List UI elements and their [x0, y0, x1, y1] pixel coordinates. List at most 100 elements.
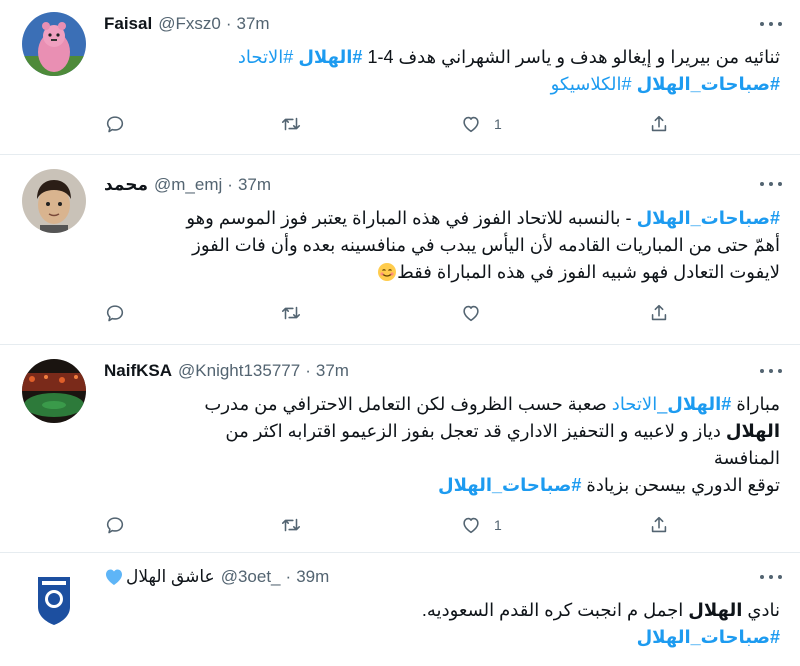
retweet-button[interactable]: [280, 301, 302, 325]
hashtag-link[interactable]: #الاتحاد: [238, 47, 293, 67]
retweet-button[interactable]: [280, 513, 302, 537]
reply-icon: [106, 517, 124, 534]
more-icon[interactable]: [760, 573, 782, 581]
more-icon[interactable]: [760, 180, 782, 188]
display-name[interactable]: Faisal: [104, 14, 152, 34]
timestamp[interactable]: 37m: [316, 361, 349, 381]
display-name[interactable]: NaifKSA: [104, 361, 172, 381]
club-crest-avatar-image: [22, 567, 86, 631]
tweet-text-line: نادي الهلال اجمل م انجبت كره القدم السعو…: [104, 597, 780, 624]
text-run: - بالنسبه للاتحاد الفوز في هذه المباراة …: [186, 208, 637, 228]
share-button[interactable]: [648, 301, 670, 325]
tweet-text-line: #صباحات_الهلال: [104, 624, 780, 651]
bold-keyword: الهلال: [688, 600, 743, 620]
reply-icon: [106, 116, 124, 133]
share-icon: [651, 304, 667, 321]
hashtag-link[interactable]: #صباحات_الهلال: [637, 208, 780, 228]
separator-dot: ·: [285, 567, 292, 586]
user-handle[interactable]: @Knight135777: [178, 361, 300, 381]
timestamp[interactable]: 37m: [236, 14, 269, 34]
text-run: دياز و لاعبيه و التحفيز الاداري قد تعجل …: [225, 421, 726, 441]
tweet-3[interactable]: NaifKSA @Knight135777 · 37m مباراة #الهل…: [0, 345, 800, 553]
separator-dot: ·: [225, 14, 232, 33]
tweet-text-line: المنافسة: [713, 448, 780, 468]
hashtag-link[interactable]: _الاتحاد: [612, 394, 667, 414]
tweet-text: نادي الهلال اجمل م انجبت كره القدم السعو…: [104, 597, 780, 651]
hashtag-link[interactable]: #الكلاسيكو: [551, 74, 632, 94]
text-run: نادي: [742, 600, 780, 620]
tweet-header: NaifKSA @Knight135777 · 37m: [104, 361, 349, 381]
like-button[interactable]: 1: [460, 112, 502, 136]
bold-keyword: الهلال: [725, 421, 780, 441]
share-button[interactable]: [648, 513, 670, 537]
retweet-button[interactable]: [280, 112, 302, 136]
display-name[interactable]: عاشق الهلال: [126, 567, 215, 587]
retweet-icon: [281, 306, 301, 320]
hashtag-link[interactable]: #الهلال: [298, 47, 362, 67]
share-icon: [651, 115, 667, 132]
tweet-text-line: ثنائيه من بيريرا و إيغالو هدف و ياسر الش…: [104, 44, 780, 71]
avatar[interactable]: [22, 567, 86, 631]
reply-button[interactable]: [104, 112, 126, 136]
tweet-1[interactable]: Faisal @Fxsz0 · 37m ثنائيه من بيريرا و إ…: [0, 0, 800, 155]
boy-photo-avatar-image: [22, 169, 86, 233]
retweet-icon: [281, 117, 301, 131]
text-run: مباراة: [731, 394, 780, 414]
text-run: اجمل م انجبت كره القدم السعوديه.: [421, 600, 689, 620]
text-run: لايفوت التعادل فهو شبيه الفوز في هذه الم…: [397, 262, 780, 282]
tweet-text-line: أهمّ حتى من المباريات القادمه لأن اليأس …: [192, 235, 780, 255]
like-count: 1: [494, 116, 502, 132]
display-name[interactable]: محمد: [104, 175, 148, 195]
pink-panther-avatar-image: [22, 12, 86, 76]
like-button[interactable]: 1: [460, 513, 502, 537]
smiling-face-emoji: [378, 263, 397, 281]
like-icon: [463, 517, 479, 534]
hashtag-link[interactable]: #صباحات_الهلال: [438, 475, 581, 495]
tweet-text-line: #صباحات_الهلال #الكلاسيكو: [104, 71, 780, 98]
separator-dot: ·: [227, 175, 233, 194]
timestamp[interactable]: 39m: [296, 567, 329, 587]
tweet-actions: 1: [104, 513, 667, 537]
user-handle[interactable]: @Fxsz0: [158, 14, 221, 34]
tweet-header: محمد @m_emj · 37m: [104, 175, 271, 195]
tweet-text-line: #صباحات_الهلال - بالنسبه للاتحاد الفوز ف…: [104, 205, 780, 232]
hashtag-link[interactable]: #صباحات_الهلال: [637, 74, 780, 94]
tweet-4[interactable]: عاشق الهلال @3oet_ · 39m نادي الهلال اجم…: [0, 553, 800, 666]
tweet-text: مباراة #الهلال_الاتحاد صعبة حسب الظروف ل…: [104, 391, 780, 499]
user-handle[interactable]: @3oet_: [221, 567, 281, 587]
more-icon[interactable]: [760, 20, 782, 28]
tweet-text-line: الهلال دياز و لاعبيه و التحفيز الاداري ق…: [104, 418, 780, 445]
tweet-actions: 1: [104, 112, 667, 136]
tweet-2[interactable]: محمد @m_emj · 37m #صباحات_الهلال - بالنس…: [0, 155, 800, 345]
more-icon[interactable]: [760, 367, 782, 375]
tweet-text-line: لايفوت التعادل فهو شبيه الفوز في هذه الم…: [104, 259, 780, 286]
share-icon: [651, 516, 667, 533]
like-button[interactable]: [460, 301, 494, 325]
retweet-icon: [281, 518, 301, 532]
like-icon: [463, 305, 479, 322]
separator-dot: ·: [305, 361, 311, 380]
timestamp[interactable]: 37m: [238, 175, 271, 195]
tweet-header: Faisal @Fxsz0 · 37m: [104, 14, 270, 34]
hashtag-link[interactable]: #صباحات_الهلال: [637, 627, 780, 647]
like-icon: [463, 116, 479, 133]
like-count: 1: [494, 517, 502, 533]
text-run: توقع الدوري بيسحن بزيادة: [581, 475, 780, 495]
reply-button[interactable]: [104, 513, 126, 537]
tweet-text: ثنائيه من بيريرا و إيغالو هدف و ياسر الش…: [104, 44, 780, 98]
tweet-header: عاشق الهلال @3oet_ · 39m: [104, 567, 329, 587]
avatar[interactable]: [22, 169, 86, 233]
tweet-actions: [104, 301, 667, 325]
text-run: صعبة حسب الظروف لكن التعامل الاحترافي من…: [204, 394, 612, 414]
user-handle[interactable]: @m_emj: [154, 175, 222, 195]
tweet-text-line: توقع الدوري بيسحن بزيادة #صباحات_الهلال: [104, 472, 780, 499]
blue-heart-emoji: [106, 569, 122, 585]
avatar[interactable]: [22, 12, 86, 76]
reply-icon: [106, 305, 124, 322]
tweet-text: #صباحات_الهلال - بالنسبه للاتحاد الفوز ف…: [104, 205, 780, 286]
share-button[interactable]: [648, 112, 670, 136]
avatar[interactable]: [22, 359, 86, 423]
reply-button[interactable]: [104, 301, 126, 325]
text-run: ثنائيه من بيريرا و إيغالو هدف و ياسر الش…: [362, 47, 780, 67]
hashtag-link[interactable]: #الهلال: [667, 394, 731, 414]
